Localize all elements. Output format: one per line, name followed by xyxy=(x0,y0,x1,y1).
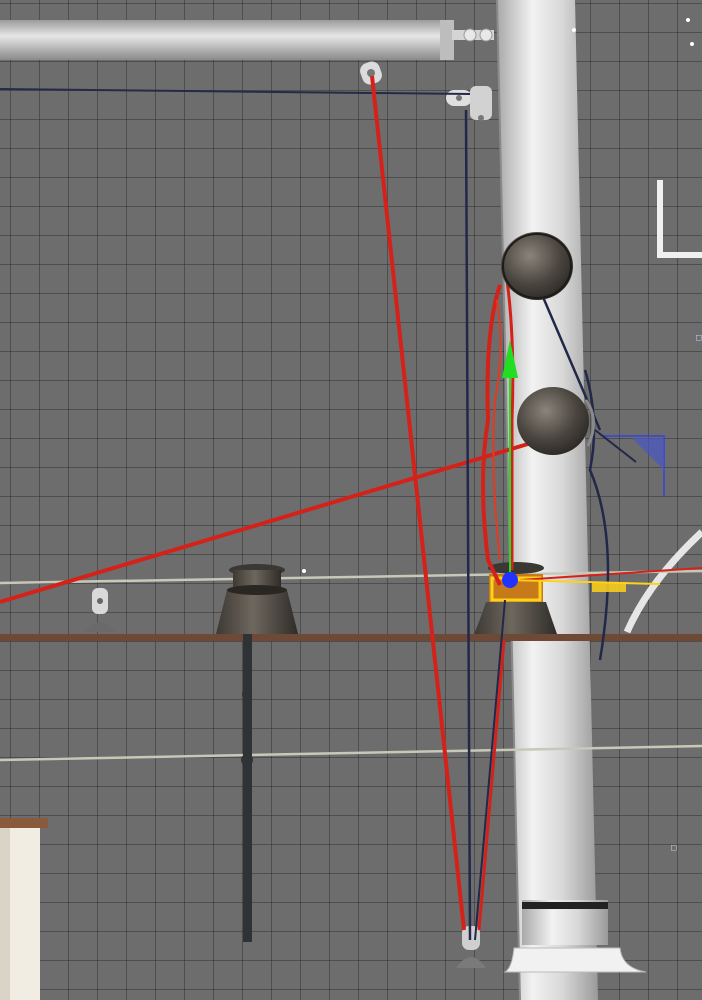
masthead-blocks[interactable] xyxy=(358,59,492,121)
mast-base[interactable] xyxy=(503,900,647,973)
upper-winch[interactable] xyxy=(501,232,573,300)
topping-lift-line[interactable] xyxy=(0,88,471,95)
halyard-selected[interactable] xyxy=(0,75,702,931)
deck-winch-left[interactable] xyxy=(216,564,298,634)
hud-marker: □ xyxy=(671,843,677,853)
3d-viewport[interactable]: □ □ xyxy=(0,0,702,1000)
cabin-top[interactable] xyxy=(0,818,48,1000)
handrail[interactable] xyxy=(657,180,702,258)
sail-track[interactable] xyxy=(623,529,702,634)
toe-rail[interactable] xyxy=(0,634,702,641)
hud-marker: □ xyxy=(696,333,702,343)
boom[interactable] xyxy=(0,20,494,60)
gizmo-origin[interactable] xyxy=(502,572,518,588)
selection-bracket xyxy=(603,435,665,496)
padeye-left[interactable] xyxy=(84,588,116,632)
scene-canvas[interactable] xyxy=(0,0,702,1000)
